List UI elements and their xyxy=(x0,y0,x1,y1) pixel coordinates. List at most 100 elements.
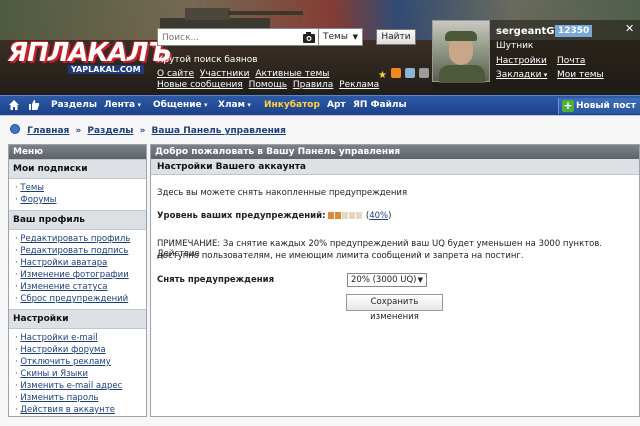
sidebar-item-account-actions[interactable]: Действия в аккаунте xyxy=(20,405,115,415)
sidebar-item: Настройки аватара xyxy=(15,257,146,269)
search-scope-select[interactable]: Темы ▼ xyxy=(318,28,363,46)
sidebar-item-change-password[interactable]: Изменить пароль xyxy=(20,393,98,403)
warning-bar-segment xyxy=(342,212,349,219)
sidebar-item: Изменить e-mail адрес xyxy=(15,380,146,392)
nav-communication-label: Общение xyxy=(153,100,202,110)
rss-icon[interactable] xyxy=(390,68,401,78)
warning-bar-segment xyxy=(328,212,335,219)
settings-link[interactable]: Настройки xyxy=(496,56,547,66)
chevron-down-icon: ▾ xyxy=(541,71,548,79)
sidebar-item-email-settings[interactable]: Настройки e-mail xyxy=(20,333,97,343)
breadcrumb-current[interactable]: Ваша Панель управления xyxy=(152,126,286,136)
sidebar-item: Изменение фотографии xyxy=(15,269,146,281)
sidebar-item-forum-settings[interactable]: Настройки форума xyxy=(20,345,105,355)
username[interactable]: sergeantGY xyxy=(496,26,561,37)
pencil-icon[interactable] xyxy=(418,68,429,78)
user-panel: sergeantGY 12350 ✕ Шутник Настройки Почт… xyxy=(432,20,640,90)
breadcrumb-home[interactable]: Главная xyxy=(27,126,69,136)
nav-incubator[interactable]: Инкубатор xyxy=(264,100,320,110)
remove-warnings-row: Снять предупреждения xyxy=(157,275,274,285)
sidebar-item: Форумы xyxy=(15,194,146,206)
nav-sections[interactable]: Разделы xyxy=(51,100,97,110)
intro-text: Здесь вы можете снять накопленные предуп… xyxy=(157,188,408,198)
link-new-messages[interactable]: Новые сообщения xyxy=(157,80,243,90)
sidebar-item: Настройки e-mail xyxy=(15,332,146,344)
sidebar-group-subscriptions: Мои подписки xyxy=(9,159,146,179)
remove-warnings-value: 20% (3000 UQ) xyxy=(351,275,417,285)
breadcrumb-sections[interactable]: Разделы xyxy=(87,126,133,136)
link-help[interactable]: Помощь xyxy=(249,80,287,90)
main-navbar: Разделы Лента ▾ Общение ▾ Хлам ▾ Инкубат… xyxy=(0,95,640,115)
sidebar-item-skins-languages[interactable]: Скины и Языки xyxy=(20,369,88,379)
home-icon[interactable] xyxy=(8,99,20,111)
link-rules[interactable]: Правила xyxy=(293,80,333,90)
header-mini-icons: ★ xyxy=(378,68,430,81)
search-input[interactable] xyxy=(162,31,302,44)
search-scope-value: Темы xyxy=(323,32,348,42)
bookmarks-label: Закладки xyxy=(496,70,542,80)
breadcrumb: Главная » Разделы » Ваша Панель управлен… xyxy=(10,124,286,136)
warning-bar-segment xyxy=(356,212,363,219)
sidebar-item-reset-warnings[interactable]: Сброс предупреждений xyxy=(20,294,128,304)
warning-level-bar xyxy=(328,212,363,222)
bookmark-icon[interactable] xyxy=(404,68,415,78)
site-logo[interactable]: ЯПЛАКАЛЪ YAPLAKAL.COM xyxy=(8,38,172,74)
nav-communication[interactable]: Общение ▾ xyxy=(153,100,208,110)
sidebar-item-disable-ads[interactable]: Отключить рекламу xyxy=(20,357,110,367)
chevron-down-icon: ▾ xyxy=(135,101,142,109)
link-members[interactable]: Участники xyxy=(200,69,250,79)
new-post-button[interactable]: + Новый пост xyxy=(558,98,640,114)
sidebar-item: Изменить пароль xyxy=(15,392,146,404)
link-about[interactable]: О сайте xyxy=(157,69,194,79)
link-ads[interactable]: Реклама xyxy=(339,80,379,90)
page-content: Главная » Разделы » Ваша Панель управлен… xyxy=(0,115,640,426)
my-topics-link[interactable]: Мои темы xyxy=(557,70,604,80)
chevron-down-icon: ▼ xyxy=(352,33,358,41)
sidebar-item: Темы xyxy=(15,182,146,194)
sidebar-list-settings: Настройки e-mail Настройки форума Отключ… xyxy=(9,329,146,420)
sidebar-title: Меню xyxy=(9,145,146,159)
warning-bar-segment xyxy=(349,212,356,219)
sidebar-list-profile: Редактировать профиль Редактировать подп… xyxy=(9,230,146,309)
search-tagline: Крутой поиск баянов xyxy=(157,55,258,65)
sidebar-item-avatar-settings[interactable]: Настройки аватара xyxy=(20,258,107,268)
site-header: ЯПЛАКАЛЪ YAPLAKAL.COM Темы ▼ Найти Круто… xyxy=(0,0,640,95)
panel-title: Добро пожаловать в Вашу Панель управлени… xyxy=(151,145,639,159)
note-line-2: доступно пользователям, не имеющим лимит… xyxy=(157,251,524,261)
sidebar-item-topics[interactable]: Темы xyxy=(20,183,44,193)
sidebar-item-edit-signature[interactable]: Редактировать подпись xyxy=(20,246,128,256)
sidebar-item: Действия в аккаунте xyxy=(15,404,146,416)
breadcrumb-separator: » xyxy=(139,126,146,136)
nav-feed[interactable]: Лента ▾ xyxy=(104,100,141,110)
warning-level-row: Уровень ваших предупреждений: (40%) xyxy=(157,211,392,222)
avatar[interactable] xyxy=(432,20,490,83)
nav-feed-label: Лента xyxy=(104,100,136,110)
sidebar-item-change-email[interactable]: Изменить e-mail адрес xyxy=(20,381,122,391)
close-icon[interactable]: ✕ xyxy=(625,22,634,35)
save-button[interactable]: Сохранить изменения xyxy=(346,294,443,322)
nav-files[interactable]: ЯП Файлы xyxy=(353,100,407,110)
bookmarks-link[interactable]: Закладки ▾ xyxy=(496,70,547,80)
sidebar-item-forums[interactable]: Форумы xyxy=(20,195,56,205)
sidebar-item-change-status[interactable]: Изменение статуса xyxy=(20,282,107,292)
warning-percent-link[interactable]: 40% xyxy=(369,211,388,221)
sidebar-item: Изменение статуса xyxy=(15,281,146,293)
chevron-down-icon: ▾ xyxy=(201,101,208,109)
sidebar-menu: Меню Мои подписки Темы Форумы Ваш профил… xyxy=(8,144,147,417)
mail-link[interactable]: Почта xyxy=(557,56,585,66)
thumbs-up-icon[interactable] xyxy=(28,99,40,111)
sidebar-item-change-photo[interactable]: Изменение фотографии xyxy=(20,270,128,280)
panel-subtitle: Настройки Вашего аккаунта xyxy=(151,159,639,175)
logo-subtext: YAPLAKAL.COM xyxy=(68,65,144,74)
star-icon[interactable]: ★ xyxy=(378,71,387,81)
chevron-down-icon: ▾ xyxy=(244,101,251,109)
remove-warnings-select[interactable]: 20% (3000 UQ) ▼ xyxy=(347,273,427,287)
nav-art[interactable]: Арт xyxy=(327,100,346,110)
nav-junk[interactable]: Хлам ▾ xyxy=(218,100,251,110)
globe-icon xyxy=(10,124,20,134)
search-button[interactable]: Найти xyxy=(376,29,416,45)
top-links-row2: Новые сообщения Помощь Правила Реклама xyxy=(157,80,382,90)
link-active-topics[interactable]: Активные темы xyxy=(255,69,329,79)
camera-icon[interactable] xyxy=(303,32,315,43)
sidebar-item-edit-profile[interactable]: Редактировать профиль xyxy=(20,234,130,244)
